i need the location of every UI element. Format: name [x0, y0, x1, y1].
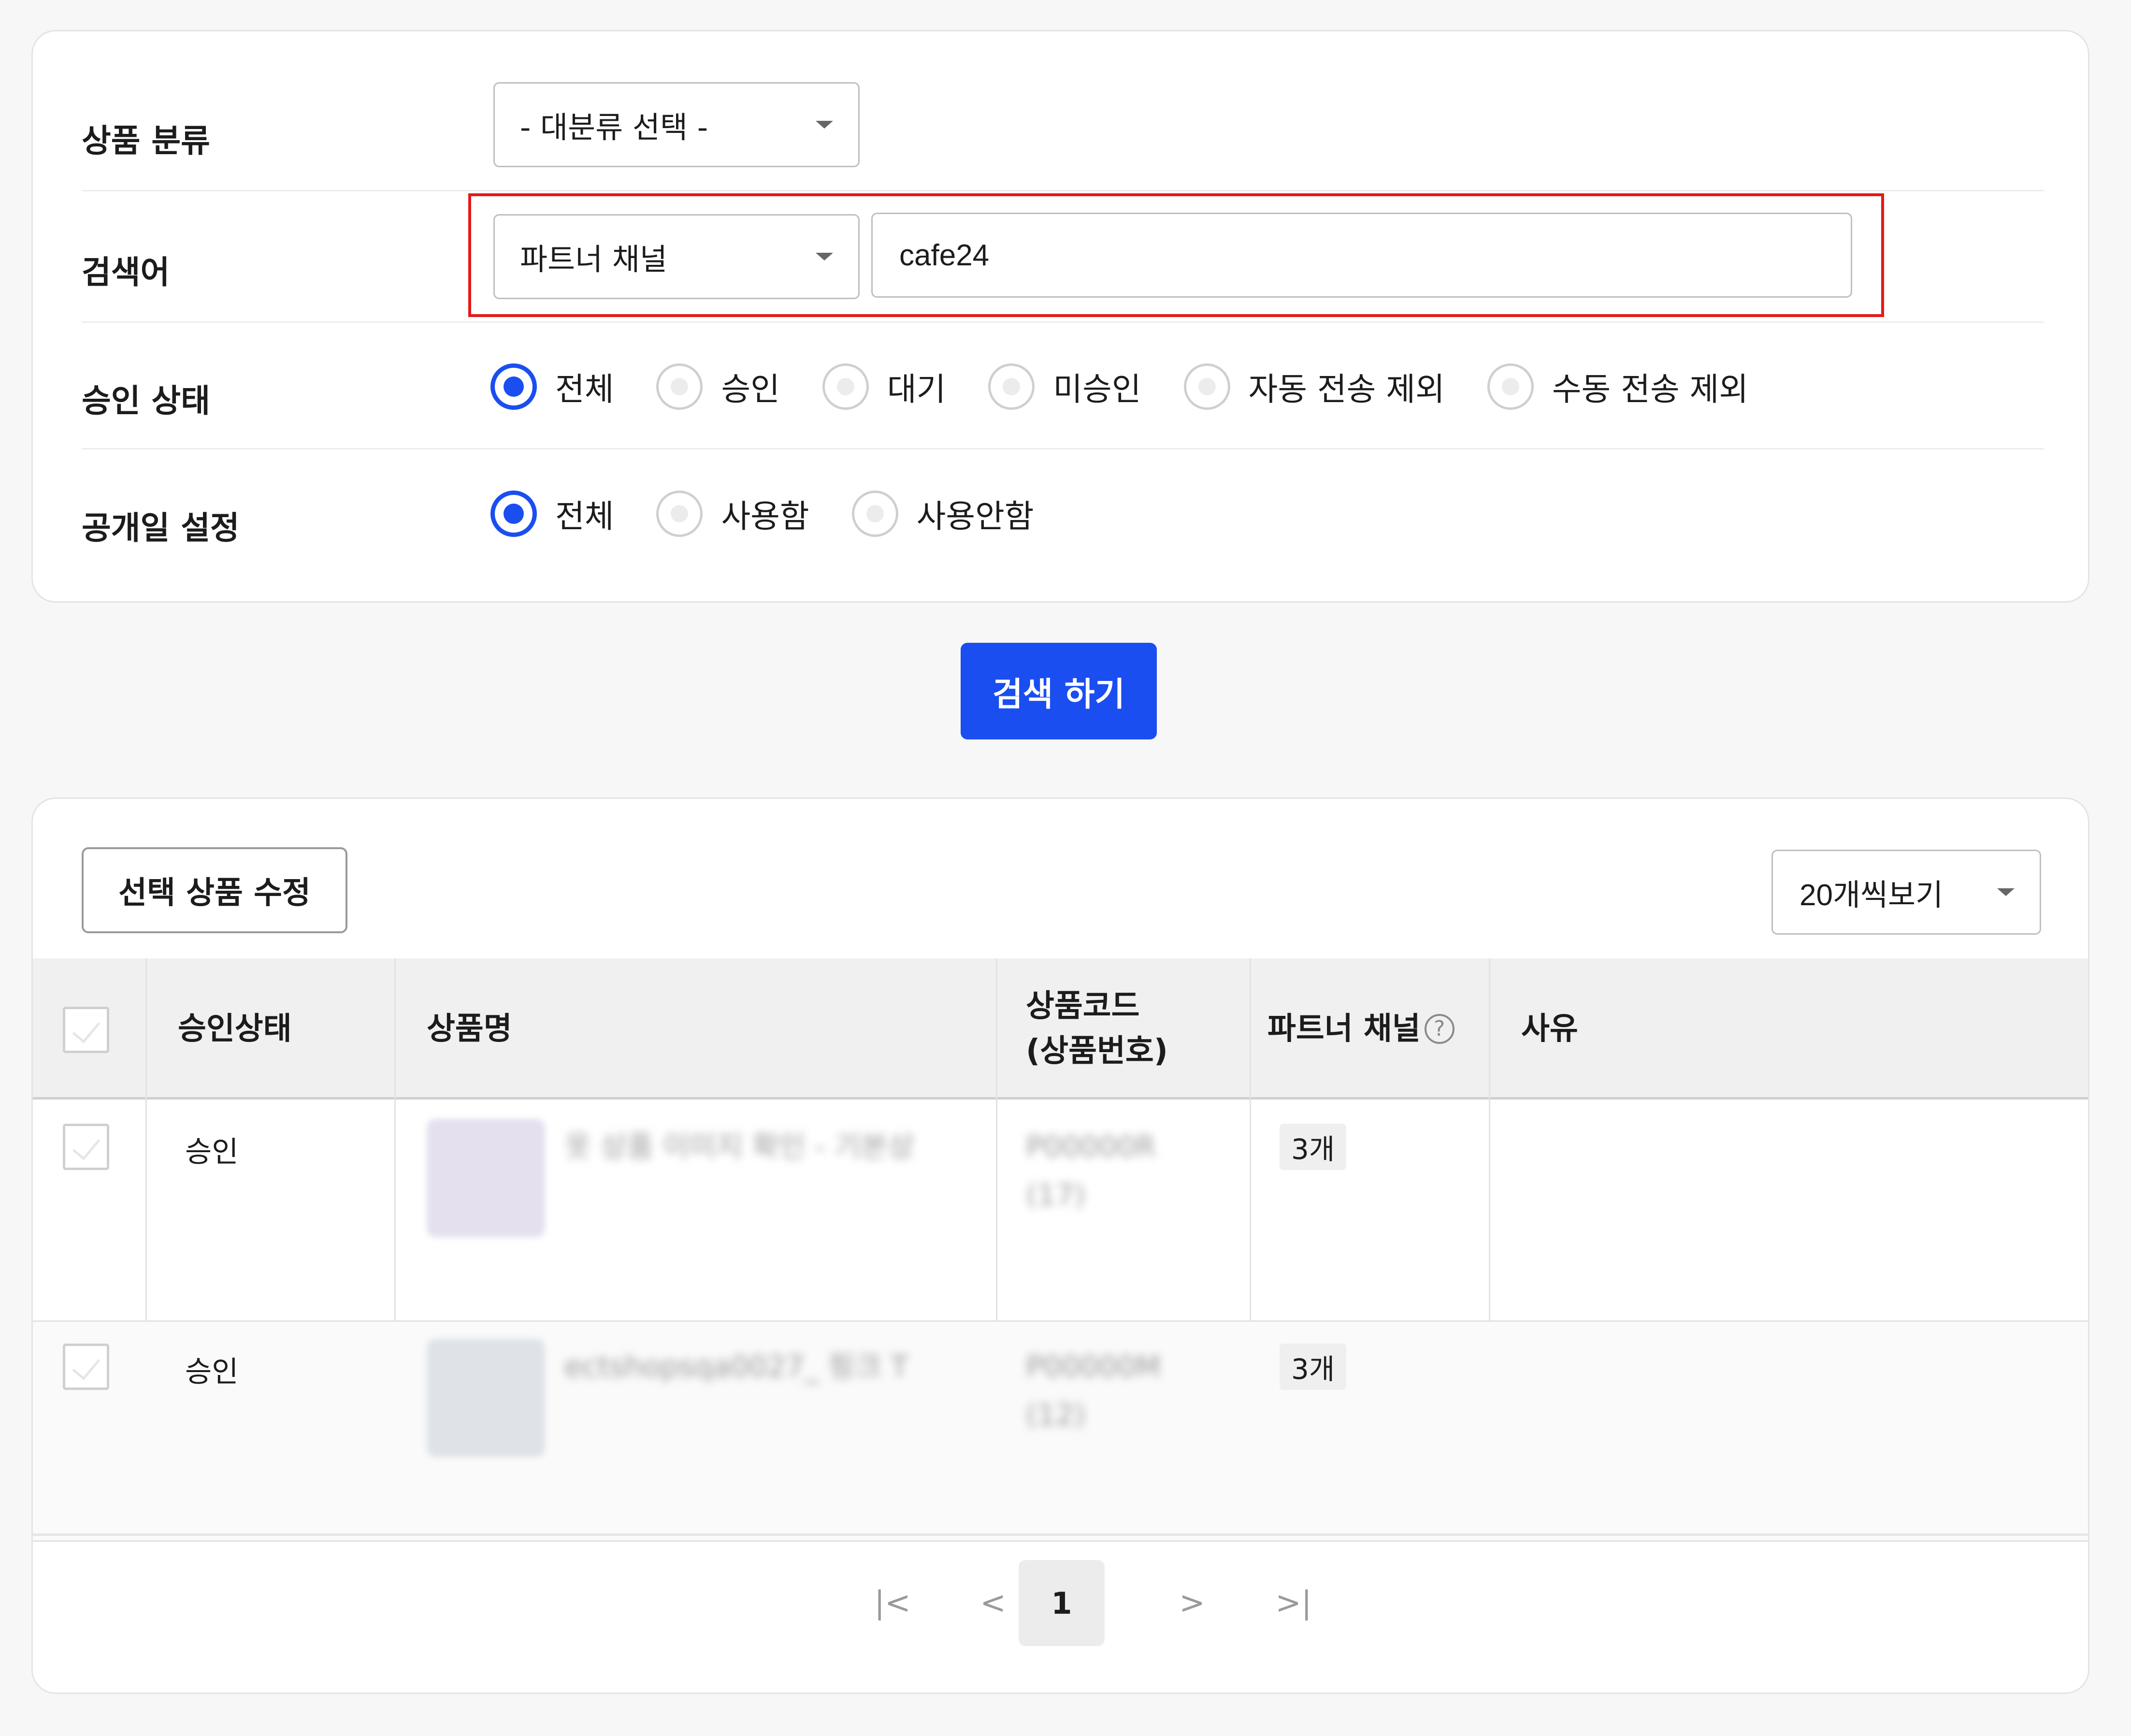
row-status: 승인: [185, 1355, 239, 1389]
keyword-input[interactable]: cafe24: [871, 213, 1852, 298]
product-number: (17): [1026, 1178, 1086, 1212]
edit-selected-button[interactable]: 선택 상품 수정: [82, 847, 347, 933]
search-button[interactable]: 검색 하기: [961, 643, 1157, 739]
page-size-value: 20개씩보기: [1800, 879, 1944, 912]
radio-icon: [822, 363, 869, 410]
help-icon[interactable]: ?: [1424, 1014, 1454, 1044]
radio-publish-all[interactable]: 전체: [490, 491, 614, 537]
radio-publish-unused[interactable]: 사용안함: [851, 491, 1034, 537]
page-size-select[interactable]: 20개씩보기: [1771, 850, 2041, 935]
radio-approval-rejected[interactable]: 미승인: [988, 363, 1141, 410]
row-status: 승인: [185, 1135, 239, 1169]
radio-approval-auto-excluded[interactable]: 자동 전송 제외: [1183, 363, 1445, 410]
column-header-code: 상품코드 (상품번호): [1026, 958, 1168, 1099]
approval-status-radio-group: 전체 승인 대기 미승인 자동 전송 제외 수동 전송 제외: [490, 363, 1748, 410]
radio-label: 사용안함: [916, 498, 1034, 535]
radio-label: 미승인: [1053, 371, 1141, 408]
radio-checked-icon: [490, 491, 537, 537]
publish-date-label: 공개일 설정: [82, 509, 240, 547]
first-page-button[interactable]: |<: [850, 1560, 936, 1646]
radio-label: 승인: [721, 371, 780, 408]
chevron-down-icon: [816, 253, 833, 260]
radio-icon: [851, 491, 898, 537]
row-divider: [82, 190, 2044, 191]
column-header-partner-label: 파트너 채널: [1267, 1011, 1421, 1047]
radio-label: 전체: [555, 371, 614, 408]
radio-checked-icon: [490, 363, 537, 410]
product-thumbnail[interactable]: [427, 1339, 545, 1457]
radio-label: 전체: [555, 498, 614, 535]
filter-panel: 상품 분류 - 대분류 선택 - 검색어 파트너 채널 cafe24 승인 상태…: [31, 30, 2089, 603]
publish-date-radio-group: 전체 사용함 사용안함: [490, 491, 1034, 537]
page-1-button[interactable]: 1: [1019, 1560, 1105, 1646]
product-number: (12): [1026, 1398, 1086, 1432]
product-name[interactable]: ectshopsqa0027_ 핑크 T: [564, 1344, 908, 1390]
column-header-status: 승인상태: [178, 1011, 292, 1047]
product-list-panel: 선택 상품 수정 20개씩보기 승인상태 상품명 상품코드 (상품번호) 파트너…: [31, 797, 2089, 1694]
radio-publish-use[interactable]: 사용함: [656, 491, 809, 537]
row-checkbox[interactable]: [63, 1344, 109, 1390]
table-bottom-divider: [33, 1533, 2088, 1536]
row-checkbox[interactable]: [63, 1124, 109, 1170]
next-page-button[interactable]: >: [1149, 1560, 1235, 1646]
category-label: 상품 분류: [82, 122, 210, 159]
partner-count-badge[interactable]: 3개: [1280, 1124, 1347, 1170]
table-row: 승인 옷 상품 이미지 확인 - 기본상 P00000R (17) 3개: [33, 1102, 2088, 1322]
radio-icon: [656, 491, 703, 537]
product-thumbnail[interactable]: [427, 1119, 545, 1237]
pagination: |< < 1 > >|: [33, 1560, 2088, 1647]
product-name[interactable]: 옷 상품 이미지 확인 - 기본상: [564, 1124, 914, 1170]
radio-approval-approved[interactable]: 승인: [656, 363, 780, 410]
radio-approval-manual-excluded[interactable]: 수동 전송 제외: [1487, 363, 1748, 410]
radio-approval-pending[interactable]: 대기: [822, 363, 946, 410]
radio-label: 자동 전송 제외: [1248, 371, 1445, 408]
keyword-input-value: cafe24: [899, 238, 990, 272]
radio-label: 사용함: [721, 498, 809, 535]
column-header-code-line1: 상품코드: [1026, 988, 1140, 1025]
column-header-code-line2: (상품번호): [1026, 1033, 1168, 1069]
partner-count-badge[interactable]: 3개: [1280, 1344, 1347, 1390]
row-divider: [82, 448, 2044, 449]
product-code: P00000R: [1026, 1130, 1156, 1164]
radio-label: 수동 전송 제외: [1552, 371, 1749, 408]
table-row: 승인 ectshopsqa0027_ 핑크 T P00000M (12) 3개: [33, 1322, 2088, 1542]
radio-icon: [988, 363, 1035, 410]
radio-label: 대기: [887, 371, 946, 408]
category-select-value: - 대분류 선택 -: [520, 110, 708, 145]
keyword-field-select[interactable]: 파트너 채널: [493, 214, 860, 299]
radio-approval-all[interactable]: 전체: [490, 363, 614, 410]
column-header-partner: 파트너 채널 ?: [1267, 958, 1454, 1099]
category-select[interactable]: - 대분류 선택 -: [493, 82, 860, 167]
select-all-checkbox[interactable]: [63, 1007, 109, 1053]
product-code: P00000M: [1026, 1350, 1161, 1384]
radio-icon: [656, 363, 703, 410]
keyword-label: 검색어: [82, 254, 170, 291]
radio-icon: [1183, 363, 1230, 410]
column-header-reason: 사유: [1521, 1011, 1578, 1047]
chevron-down-icon: [1997, 888, 2015, 896]
last-page-button[interactable]: >|: [1251, 1560, 1337, 1646]
column-header-name: 상품명: [427, 1011, 512, 1047]
row-divider: [82, 321, 2044, 323]
approval-status-label: 승인 상태: [82, 382, 210, 420]
table-header: 승인상태 상품명 상품코드 (상품번호) 파트너 채널 ? 사유: [33, 958, 2088, 1099]
keyword-field-value: 파트너 채널: [520, 242, 667, 277]
radio-icon: [1487, 363, 1534, 410]
chevron-down-icon: [816, 121, 833, 129]
